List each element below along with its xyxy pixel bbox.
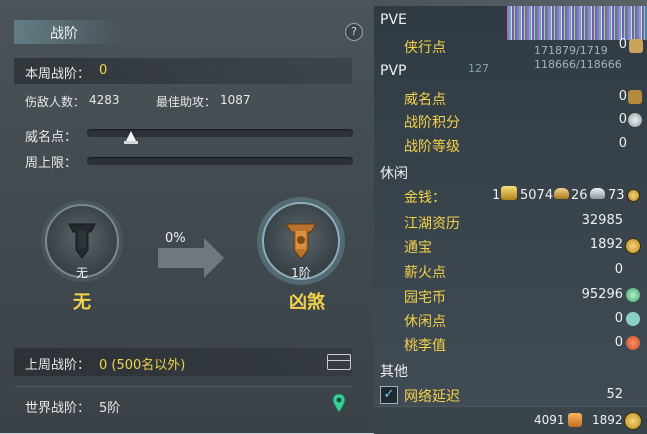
latency-label: 网络延迟: [404, 389, 460, 405]
tongbao-coin-icon: [625, 238, 641, 254]
assist-label: 最佳助攻：: [156, 95, 217, 109]
currency-panel: 171879/1719 118666/118666 127 PVE 侠行点 0 …: [374, 0, 647, 434]
glitch-overlay: [507, 6, 647, 40]
copper-ingot-icon: [590, 188, 605, 199]
leisure-item-label: 江湖资历: [404, 216, 460, 232]
weekly-cap-label: 周上限：: [25, 156, 78, 171]
bottom-right-value: 1892: [592, 413, 623, 427]
leisure-item-label: 休闲点: [404, 314, 446, 330]
current-rank-level: 无: [75, 266, 88, 280]
overlay-hp-1: 171879/1719: [534, 44, 608, 57]
leisure-item-value: 95296: [581, 287, 623, 302]
weekly-rank-value: 0: [99, 63, 108, 78]
kills-label: 伤敌人数：: [25, 95, 86, 109]
coin-icon: [627, 189, 640, 202]
money-iron: 73: [608, 188, 625, 203]
leisure-item-label: 桃李值: [404, 338, 446, 354]
boot-icon: [568, 413, 582, 427]
pvp-item-label: 战阶积分: [404, 115, 460, 131]
pve-item-label: 侠行点: [404, 40, 446, 56]
section-leisure: 休闲: [380, 166, 408, 182]
bottom-coin-icon: [624, 412, 642, 430]
weekly-cap-bar: [87, 157, 353, 165]
money-silver: 5074: [520, 188, 554, 203]
gold-ingot-icon: [501, 186, 517, 200]
world-rank-label: 世界战阶：: [25, 401, 91, 416]
assist-value: 1087: [220, 93, 251, 107]
prestige-marker-base: [124, 141, 138, 144]
pvp-item-label: 战阶等级: [404, 139, 460, 155]
bottom-left-value: 4091: [534, 413, 565, 427]
location-pin-icon[interactable]: [332, 393, 346, 413]
next-rank-name: 凶煞: [289, 292, 325, 313]
latency-checkbox[interactable]: ✓: [380, 386, 398, 404]
section-other: 其他: [380, 364, 408, 380]
overlay-level: 127: [468, 62, 489, 75]
peach-icon: [626, 336, 640, 350]
silver-ingot-icon: [554, 188, 569, 199]
prestige-marker-icon: [126, 131, 136, 141]
last-week-value: 0 (500名以外): [99, 358, 186, 373]
money-gold: 1: [492, 188, 501, 203]
pvp-item-value: 0: [618, 89, 627, 104]
rank-progress-percent: 0%: [165, 231, 186, 246]
leisure-item-value: 1892: [589, 237, 623, 252]
latency-value: 52: [606, 387, 623, 402]
leisure-item-label: 薪火点: [404, 265, 446, 281]
current-rank-name: 无: [73, 292, 91, 313]
leisure-item-value: 32985: [581, 213, 623, 228]
leisure-item-label: 通宝: [404, 240, 432, 256]
chest-icon[interactable]: [327, 354, 351, 370]
divider: [14, 386, 352, 387]
world-rank-value: 5阶: [99, 401, 121, 416]
leisure-item-value: 0: [614, 262, 623, 277]
sword-icon: [629, 39, 643, 53]
last-week-label: 上周战阶：: [25, 358, 91, 373]
prestige-label: 威名点：: [25, 130, 78, 145]
pve-item-value: 0: [618, 37, 627, 52]
pvp-item-value: 0: [618, 112, 627, 127]
leisure-item-label: 园宅币: [404, 290, 446, 306]
kills-value: 4283: [89, 93, 120, 107]
pvp-item-label: 威名点: [404, 92, 446, 108]
leisure-item-value: 0: [614, 311, 623, 326]
money-copper: 26: [571, 188, 588, 203]
house-coin-icon: [626, 288, 640, 302]
leisure-item-value: 0: [614, 335, 623, 350]
weekly-rank-label: 本周战阶：: [25, 67, 91, 82]
panel-title: 战阶: [50, 26, 78, 42]
pvp-item-value: 0: [618, 136, 627, 151]
panel-header: 战阶 ?: [0, 14, 374, 50]
prestige-icon: [628, 90, 642, 104]
overlay-hp-2: 118666/118666: [534, 58, 622, 71]
section-pve: PVE: [380, 12, 407, 28]
bottom-bar: 4091 1892: [374, 406, 647, 434]
progress-arrow-icon: [158, 238, 224, 278]
help-button[interactable]: ?: [345, 23, 363, 41]
next-rank-level: 1阶: [291, 266, 311, 280]
rank-score-icon: [628, 113, 642, 127]
rank-panel: 战阶 ? 本周战阶： 0 伤敌人数： 4283 最佳助攻： 1087 威名点： …: [0, 0, 374, 433]
leisure-point-icon: [626, 312, 640, 326]
money-label: 金钱：: [404, 190, 446, 206]
section-pvp: PVP: [380, 63, 407, 79]
